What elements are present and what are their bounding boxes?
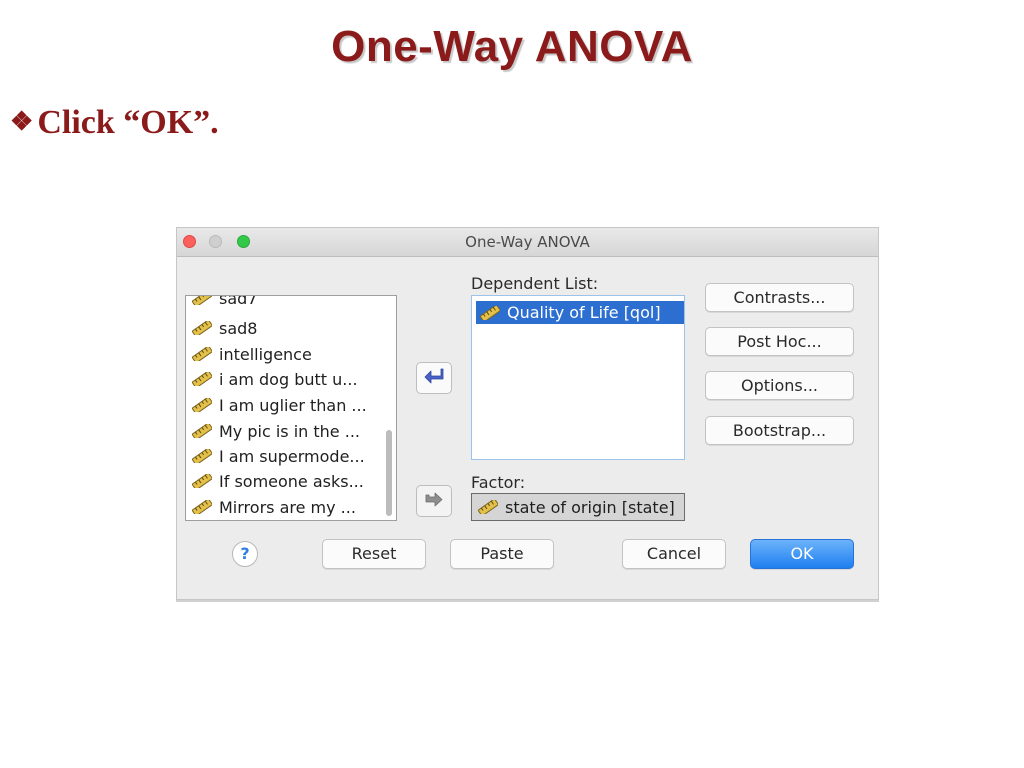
contrasts-button[interactable]: Contrasts... bbox=[705, 283, 854, 312]
ruler-scale-icon bbox=[192, 398, 212, 412]
ok-button[interactable]: OK bbox=[750, 539, 854, 569]
variable-label: I am supermode... bbox=[219, 446, 365, 466]
list-item[interactable]: I am supermode... bbox=[192, 444, 365, 468]
ruler-scale-icon bbox=[478, 500, 498, 514]
title-bar[interactable]: One-Way ANOVA bbox=[177, 228, 878, 257]
one-way-anova-dialog: One-Way ANOVA sad7 sad8 intelligence i a… bbox=[176, 227, 879, 600]
variable-label: i am dog butt u... bbox=[219, 369, 358, 389]
bullet-text: Click “OK”. bbox=[37, 104, 219, 141]
list-item[interactable]: sad8 bbox=[192, 316, 257, 340]
ruler-scale-icon bbox=[192, 296, 212, 305]
list-item[interactable]: I am uglier than ... bbox=[192, 393, 367, 417]
factor-field[interactable]: state of origin [state] bbox=[471, 493, 685, 521]
dependent-list[interactable]: Quality of Life [qol] bbox=[471, 295, 685, 460]
source-variable-list[interactable]: sad7 sad8 intelligence i am dog butt u..… bbox=[185, 295, 397, 521]
move-to-factor-button[interactable] bbox=[416, 485, 452, 517]
list-item[interactable]: If someone asks... bbox=[192, 469, 364, 493]
options-button[interactable]: Options... bbox=[705, 371, 854, 400]
ruler-scale-icon bbox=[192, 424, 212, 438]
help-button[interactable]: ? bbox=[232, 541, 258, 567]
window-title: One-Way ANOVA bbox=[465, 233, 590, 251]
ruler-scale-icon bbox=[192, 321, 212, 335]
ruler-scale-icon bbox=[192, 500, 212, 514]
ruler-scale-icon bbox=[192, 474, 212, 488]
arrow-left-icon bbox=[423, 367, 445, 389]
variable-label: If someone asks... bbox=[219, 471, 364, 491]
variable-label: My pic is in the ... bbox=[219, 421, 360, 441]
list-item[interactable]: sad7 bbox=[192, 295, 258, 310]
list-scrollbar[interactable] bbox=[386, 430, 392, 516]
dependent-list-item[interactable]: Quality of Life [qol] bbox=[476, 301, 684, 324]
ruler-scale-icon bbox=[192, 372, 212, 386]
list-item[interactable]: intelligence bbox=[192, 342, 312, 366]
variable-label: sad7 bbox=[219, 295, 258, 308]
post-hoc-button[interactable]: Post Hoc... bbox=[705, 327, 854, 356]
arrow-right-icon bbox=[423, 490, 445, 512]
variable-label: intelligence bbox=[219, 344, 312, 364]
ruler-scale-icon bbox=[480, 305, 500, 320]
ruler-scale-icon bbox=[192, 449, 212, 463]
dependent-variable-label: Quality of Life [qol] bbox=[507, 303, 661, 322]
list-item[interactable]: My pic is in the ... bbox=[192, 419, 360, 443]
cancel-button[interactable]: Cancel bbox=[622, 539, 726, 569]
reset-button[interactable]: Reset bbox=[322, 539, 426, 569]
list-item[interactable]: Mirrors are my ... bbox=[192, 495, 356, 519]
variable-label: Mirrors are my ... bbox=[219, 497, 356, 517]
factor-variable-label: state of origin [state] bbox=[505, 497, 675, 517]
slide-title: One-Way ANOVA bbox=[331, 22, 693, 71]
list-item[interactable]: i am dog butt u... bbox=[192, 367, 358, 391]
bootstrap-button[interactable]: Bootstrap... bbox=[705, 416, 854, 445]
factor-label: Factor: bbox=[471, 473, 526, 492]
ruler-scale-icon bbox=[192, 347, 212, 361]
variable-label: sad8 bbox=[219, 318, 258, 338]
paste-button[interactable]: Paste bbox=[450, 539, 554, 569]
bullet-instruction: ❖ Click “OK”. bbox=[10, 104, 219, 142]
diamond-bullet-icon: ❖ bbox=[10, 107, 34, 136]
variable-label: I am uglier than ... bbox=[219, 395, 367, 415]
dependent-list-label: Dependent List: bbox=[471, 274, 599, 293]
move-to-dependent-button[interactable] bbox=[416, 362, 452, 394]
